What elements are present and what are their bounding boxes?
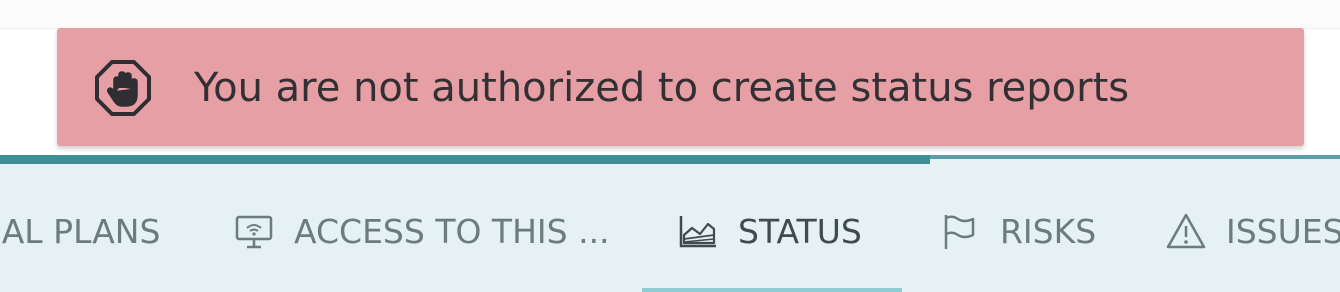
tab-risks[interactable]: RISKS [940,203,1096,259]
alert-message: You are not authorized to create status … [194,65,1130,111]
tab-status[interactable]: STATUS [678,203,862,259]
browser-top-strip [0,0,1340,29]
loading-progress-bar [0,155,930,164]
tab-access[interactable]: ACCESS TO THIS ... [234,203,610,259]
area-chart-icon [678,211,718,251]
hand-stop-icon [93,58,153,118]
tab-bar: IAL PLANS ACCESS TO THIS ... STATUS RISK… [0,155,1340,292]
warning-icon [1166,211,1206,251]
presentation-icon [234,211,274,251]
tab-label: ISSUES [1226,211,1340,251]
tab-label: RISKS [1000,211,1097,251]
tab-label: STATUS [738,211,862,251]
active-tab-indicator [642,288,902,292]
flag-icon [940,211,980,251]
tab-plans[interactable]: IAL PLANS [0,203,160,259]
tab-label: ACCESS TO THIS ... [294,211,610,251]
unauthorized-alert: You are not authorized to create status … [57,28,1304,146]
tab-label: IAL PLANS [0,211,161,251]
tab-issues[interactable]: ISSUES [1166,203,1340,259]
